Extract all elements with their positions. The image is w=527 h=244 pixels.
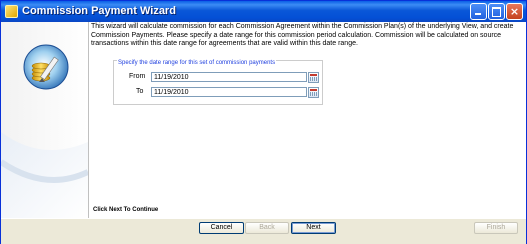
close-button[interactable]: × — [506, 3, 523, 20]
from-date-input[interactable] — [151, 72, 307, 82]
window-title: Commission Payment Wizard — [22, 5, 176, 17]
to-label: To — [136, 88, 144, 95]
wizard-window: Commission Payment Wizard × This wizard … — [0, 0, 527, 244]
to-date-input[interactable] — [151, 87, 307, 97]
close-icon: × — [509, 5, 520, 18]
next-button[interactable]: Next — [291, 222, 336, 234]
maximize-button[interactable] — [488, 3, 505, 20]
wizard-button-bar: Cancel Back Next Finish — [1, 218, 526, 244]
calendar-grid-icon — [310, 92, 317, 96]
from-calendar-button[interactable] — [308, 72, 319, 83]
intro-description: This wizard will calculate commission fo… — [91, 23, 514, 47]
calendar-grid-icon — [310, 77, 317, 81]
from-label: From — [129, 73, 146, 80]
to-calendar-button[interactable] — [308, 87, 319, 98]
minimize-icon — [475, 13, 481, 15]
date-range-group: Specify the date range for this set of c… — [113, 60, 323, 105]
app-icon — [5, 5, 18, 18]
minimize-button[interactable] — [470, 3, 487, 20]
cancel-button[interactable]: Cancel — [199, 222, 244, 234]
back-button[interactable]: Back — [245, 222, 289, 234]
calendar-icon — [310, 89, 317, 91]
continue-instruction: Click Next To Continue — [93, 207, 159, 213]
calendar-icon — [310, 74, 317, 76]
wizard-side-panel — [0, 22, 90, 218]
date-range-group-title: Specify the date range for this set of c… — [117, 60, 277, 66]
wizard-banner-image — [0, 44, 90, 218]
finish-button[interactable]: Finish — [474, 222, 518, 234]
maximize-icon — [492, 7, 501, 17]
wizard-content: This wizard will calculate commission fo… — [89, 22, 526, 218]
title-bar[interactable]: Commission Payment Wizard × — [1, 1, 526, 22]
